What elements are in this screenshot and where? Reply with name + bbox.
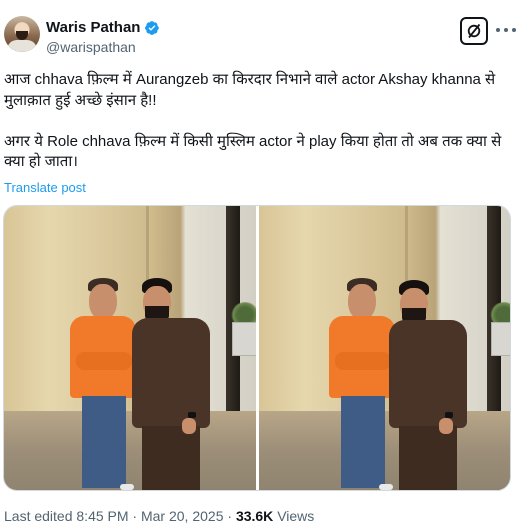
views-count: 33.6K	[235, 508, 274, 524]
post-meta: Last edited 8:45 PM · Mar 20, 2025 · 33.…	[4, 508, 314, 524]
grok-icon	[467, 23, 481, 39]
brown-kurta	[132, 318, 210, 428]
post-date[interactable]: Mar 20, 2025	[141, 508, 224, 524]
more-options-dot	[512, 28, 516, 32]
post-text-line-1: आज chhava फ़िल्म में Aurangzeb का किरदार…	[4, 71, 496, 109]
verified-badge-icon	[145, 20, 160, 35]
trousers	[399, 426, 457, 490]
meta-separator: ·	[132, 508, 138, 524]
planter	[232, 322, 256, 356]
grok-button[interactable]	[460, 17, 488, 45]
meta-separator: ·	[227, 508, 233, 524]
display-name-row: Waris Pathan	[46, 18, 160, 37]
more-options-dot	[504, 28, 508, 32]
hand	[182, 418, 196, 434]
post-text-line-2: अगर ये Role chhava फ़िल्म में किसी मुस्ल…	[4, 132, 502, 171]
floor	[259, 411, 510, 490]
folded-arms	[76, 352, 132, 370]
media-grid	[3, 205, 511, 491]
shoe	[120, 484, 134, 490]
author-names: Waris Pathan @warispathan	[46, 18, 160, 55]
jeans	[341, 396, 385, 488]
planter	[491, 322, 510, 356]
views-label: Views	[277, 508, 315, 524]
head	[89, 284, 117, 320]
trousers	[142, 426, 200, 490]
author-avatar[interactable]	[4, 16, 40, 52]
avatar-shirt	[7, 40, 37, 52]
more-options-icon	[496, 28, 500, 32]
shoe	[379, 484, 393, 490]
floor	[4, 411, 256, 490]
post-time[interactable]: 8:45 PM	[76, 508, 128, 524]
avatar-beard	[16, 31, 28, 40]
jeans	[82, 396, 126, 488]
photo-1[interactable]	[4, 206, 256, 490]
author-handle[interactable]: @warispathan	[46, 39, 160, 55]
folded-arms	[335, 352, 391, 370]
last-edited-label[interactable]: Last edited	[4, 508, 73, 524]
more-options-button[interactable]	[496, 22, 516, 38]
brown-kurta	[389, 320, 467, 428]
hand	[439, 418, 453, 434]
post-header: Waris Pathan @warispathan	[4, 16, 516, 60]
photo-2[interactable]	[259, 206, 510, 490]
post-text: आज chhava फ़िल्म में Aurangzeb का किरदार…	[4, 70, 512, 173]
head	[348, 284, 376, 320]
post-card: Waris Pathan @warispathan आज chhava फ़िल…	[0, 0, 520, 532]
translate-post-link[interactable]: Translate post	[4, 180, 86, 195]
author-display-name[interactable]: Waris Pathan	[46, 19, 140, 36]
